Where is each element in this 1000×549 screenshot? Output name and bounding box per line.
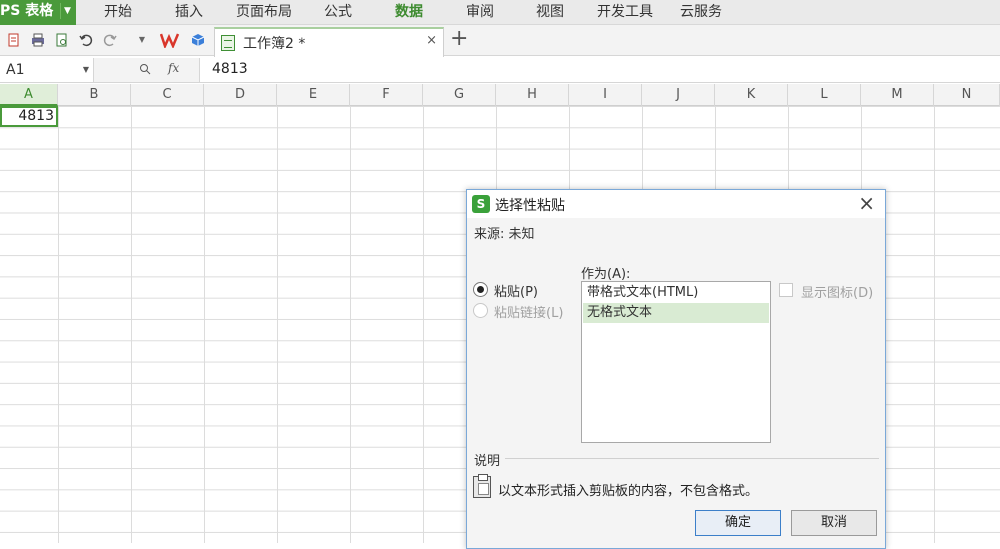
print-preview-icon[interactable] bbox=[54, 32, 70, 48]
paste-link-radio-label: 粘贴链接(L) bbox=[494, 306, 564, 321]
cancel-button[interactable]: 取消 bbox=[791, 510, 877, 536]
zoom-icon[interactable] bbox=[139, 63, 151, 78]
show-icon-label: 显示图标(D) bbox=[801, 286, 874, 301]
column-header-n[interactable]: N bbox=[934, 84, 1000, 106]
paste-special-dialog: S 选择性粘贴 × 来源: 未知 作为(A): 粘贴(P) 粘贴链接(L) 带格… bbox=[466, 189, 886, 549]
menu-item-review[interactable]: 审阅 bbox=[466, 0, 494, 25]
quick-access-toolbar: ▼ bbox=[0, 25, 1000, 56]
column-header-k[interactable]: K bbox=[715, 84, 788, 106]
show-icon-checkbox bbox=[779, 283, 793, 297]
paste-link-radio bbox=[473, 303, 488, 318]
description-heading: 说明 bbox=[474, 454, 501, 469]
column-header-b[interactable]: B bbox=[58, 84, 131, 106]
column-header-h[interactable]: H bbox=[496, 84, 569, 106]
menu-item-view[interactable]: 视图 bbox=[536, 0, 564, 25]
tab-title: 工作簿2 * bbox=[243, 36, 306, 52]
paste-radio-label[interactable]: 粘贴(P) bbox=[494, 281, 538, 300]
paste-radio[interactable] bbox=[473, 282, 488, 297]
menu-item-data[interactable]: 数据 bbox=[395, 0, 423, 25]
column-header-i[interactable]: I bbox=[569, 84, 642, 106]
list-item-unformatted-text[interactable]: 无格式文本 bbox=[583, 303, 769, 323]
description-text: 以文本形式插入剪贴板的内容，不包含格式。 bbox=[498, 484, 759, 499]
undo-icon[interactable] bbox=[78, 32, 94, 48]
column-header-f[interactable]: F bbox=[350, 84, 423, 106]
menu-item-developer[interactable]: 开发工具 bbox=[597, 0, 653, 25]
wps-app-icon: S bbox=[472, 195, 490, 213]
ok-button[interactable]: 确定 bbox=[695, 510, 781, 536]
tab-workbook2[interactable]: 工作簿2 * × bbox=[214, 27, 444, 57]
column-header-d[interactable]: D bbox=[204, 84, 277, 106]
formula-tools: fx bbox=[94, 58, 200, 82]
insert-function-icon[interactable]: fx bbox=[168, 61, 179, 75]
spreadsheet-file-icon bbox=[221, 35, 235, 51]
dropdown-arrow-icon[interactable]: ▼ bbox=[134, 32, 150, 48]
formula-input[interactable]: 4813 bbox=[212, 61, 248, 77]
wps-logo-icon[interactable] bbox=[159, 32, 180, 50]
menu-item-formulas[interactable]: 公式 bbox=[324, 0, 352, 25]
menu-item-page-layout[interactable]: 页面布局 bbox=[236, 0, 292, 25]
cell-reference: A1 bbox=[6, 62, 25, 78]
column-header-c[interactable]: C bbox=[131, 84, 204, 106]
column-header-l[interactable]: L bbox=[788, 84, 861, 106]
clipboard-icon bbox=[473, 474, 491, 498]
column-header-j[interactable]: J bbox=[642, 84, 715, 106]
cloud-cube-icon[interactable] bbox=[190, 32, 206, 48]
source-label: 来源: 未知 bbox=[474, 227, 535, 242]
menu-item-start[interactable]: 开始 bbox=[104, 0, 132, 25]
name-box-dropdown-icon[interactable]: ▼ bbox=[83, 58, 89, 82]
as-label: 作为(A): bbox=[581, 267, 631, 282]
column-header-m[interactable]: M bbox=[861, 84, 934, 106]
menu-bar: PS 表格 ▼ 开始 插入 页面布局 公式 数据 审阅 视图 开发工具 云服务 bbox=[0, 0, 1000, 25]
column-header-g[interactable]: G bbox=[423, 84, 496, 106]
app-menu-dropdown-icon[interactable]: ▼ bbox=[60, 3, 74, 19]
dialog-title-bar[interactable]: S 选择性粘贴 × bbox=[467, 190, 885, 218]
redo-icon[interactable] bbox=[102, 32, 118, 48]
new-doc-icon[interactable] bbox=[6, 32, 22, 48]
paste-as-list[interactable]: 带格式文本(HTML) 无格式文本 bbox=[581, 281, 771, 443]
column-header-a[interactable]: A bbox=[0, 84, 58, 106]
menu-item-cloud-service[interactable]: 云服务 bbox=[680, 0, 722, 25]
list-item-formatted-html[interactable]: 带格式文本(HTML) bbox=[583, 283, 769, 303]
formula-bar: A1 ▼ fx 4813 bbox=[0, 57, 1000, 83]
menu-item-insert[interactable]: 插入 bbox=[175, 0, 203, 25]
cell-a1[interactable]: 4813 bbox=[0, 106, 58, 127]
name-box[interactable]: A1 ▼ bbox=[0, 58, 94, 82]
close-icon[interactable]: × bbox=[426, 33, 437, 48]
dialog-title: 选择性粘贴 bbox=[495, 198, 565, 214]
app-logo-label: PS 表格 bbox=[0, 3, 54, 19]
column-header-row: A B C D E F G H I J K L M N bbox=[0, 84, 1000, 106]
print-icon[interactable] bbox=[30, 32, 46, 48]
column-header-e[interactable]: E bbox=[277, 84, 350, 106]
add-tab-icon[interactable]: + bbox=[450, 28, 468, 50]
close-icon[interactable]: × bbox=[858, 192, 875, 214]
description-divider bbox=[505, 458, 879, 459]
app-menu-button[interactable]: PS 表格 ▼ bbox=[0, 0, 76, 25]
